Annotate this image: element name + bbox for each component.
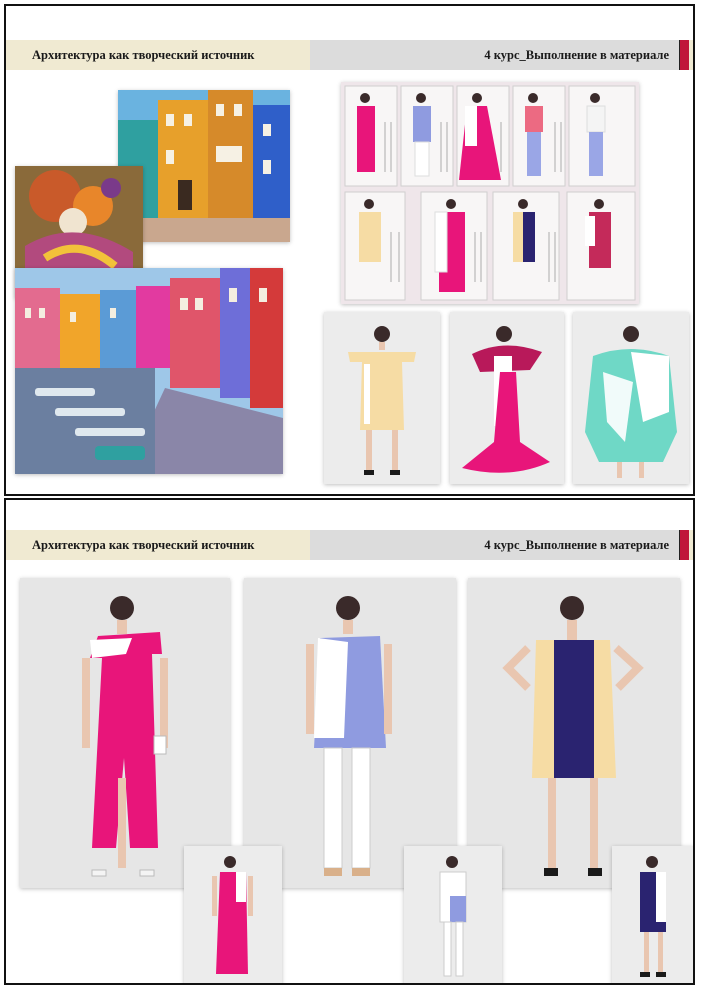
canal-houses-photo: [15, 268, 283, 474]
collection-sketches-collage: [341, 82, 639, 304]
blue-dress-small-photo: [404, 846, 502, 983]
pink-dress-large-photo: [20, 578, 230, 888]
header-title-left: Архитектура как творческий источник: [6, 40, 310, 70]
slide-1: Архитектура как творческий источник 4 ку…: [4, 4, 695, 496]
header-title-left: Архитектура как творческий источник: [6, 530, 310, 560]
header-title-right: 4 курс_Выполнение в материале: [310, 530, 679, 560]
slide-header: Архитектура как творческий источник 4 ку…: [6, 530, 693, 560]
yellow-dress-photo: [324, 312, 440, 484]
slide-2: Архитектура как творческий источник 4 ку…: [4, 498, 695, 985]
navy-dress-large-photo: [468, 578, 680, 888]
slide-header: Архитектура как творческий источник 4 ку…: [6, 40, 693, 70]
navy-dress-small-photo: [612, 846, 693, 983]
colorful-houses-photo: [118, 90, 290, 242]
header-accent-marker: [679, 530, 693, 560]
header-title-right: 4 курс_Выполнение в материале: [310, 40, 679, 70]
blue-dress-large-photo: [244, 578, 456, 888]
pink-dress-small-photo: [184, 846, 282, 983]
pink-gown-photo: [450, 312, 564, 484]
mint-dress-photo: [573, 312, 689, 484]
header-accent-marker: [679, 40, 693, 70]
